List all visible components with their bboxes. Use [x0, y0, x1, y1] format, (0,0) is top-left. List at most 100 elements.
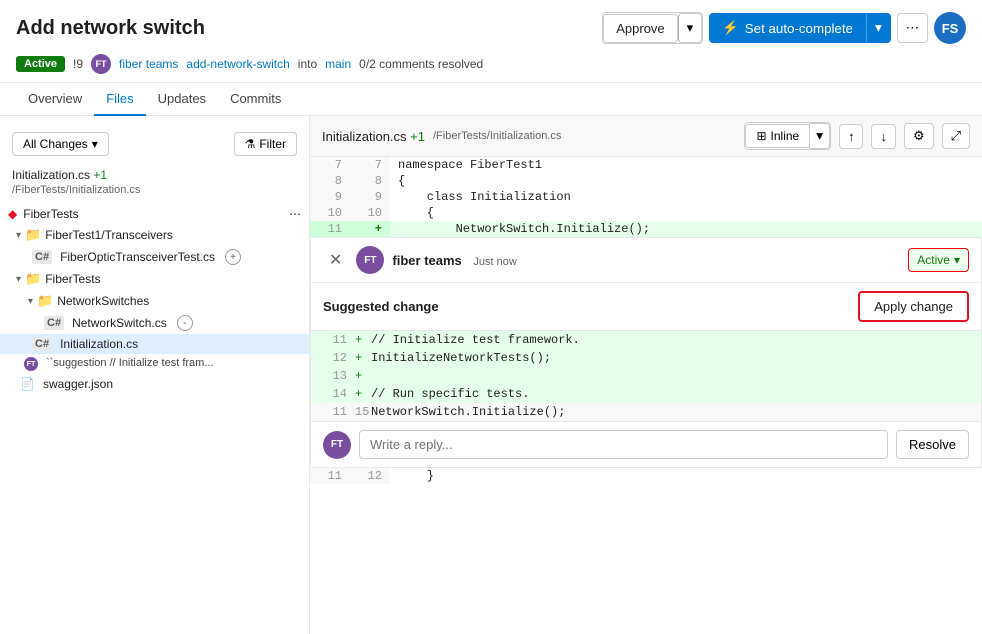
diff-row: 10 10 {	[310, 205, 982, 221]
reply-area: FT Resolve	[311, 421, 981, 467]
chevron-icon: ▾	[28, 296, 33, 307]
autocomplete-dropdown-button[interactable]: ▾	[866, 13, 891, 43]
chevron-down-icon: ▾	[92, 137, 98, 151]
line-num-old: 10	[310, 205, 350, 221]
diamond-icon: ◆	[8, 207, 17, 221]
tab-overview[interactable]: Overview	[16, 83, 94, 116]
file-label: Initialization.cs	[60, 337, 138, 351]
cs-icon: C#	[44, 316, 64, 330]
pr-number: !9	[73, 57, 83, 71]
sug-line-content: // Initialize test framework.	[371, 333, 580, 347]
diff-row: 9 9 class Initialization	[310, 189, 982, 205]
file-label: FiberOpticTransceiverTest.cs	[60, 250, 215, 264]
branch-from[interactable]: add-network-switch	[186, 57, 289, 71]
content-area: Initialization.cs +1 /FiberTests/Initial…	[310, 116, 982, 634]
author-name[interactable]: fiber teams	[119, 57, 178, 71]
file-breadcrumb: /FiberTests/Initialization.cs	[12, 184, 140, 196]
chevron-down-icon: ▾	[687, 20, 694, 36]
sidebar: All Changes ▾ ⚗ Filter Initialization.cs…	[0, 116, 310, 634]
view-dropdown-button[interactable]: ▾	[810, 123, 830, 149]
line-num-old: 9	[310, 189, 350, 205]
sidebar-item-initialization[interactable]: C# Initialization.cs	[0, 334, 309, 354]
scroll-down-button[interactable]: ↓	[871, 124, 896, 149]
folder-icon: 📁	[25, 227, 41, 243]
comment-username: fiber teams	[392, 253, 461, 268]
tab-files[interactable]: Files	[94, 83, 145, 116]
inline-view-button[interactable]: ⊞ Inline	[745, 124, 810, 148]
suggestion-diff: 11 + // Initialize test framework. 12 + …	[311, 330, 981, 421]
sug-line-content: // Run specific tests.	[371, 387, 529, 401]
diff-table: 7 7 namespace FiberTest1 8 8 { 9 9 class…	[310, 157, 982, 237]
apply-change-button[interactable]: Apply change	[858, 291, 969, 322]
approve-button[interactable]: Approve	[603, 14, 677, 43]
status-label: Active	[917, 253, 950, 267]
cs-icon: C#	[32, 337, 52, 351]
sug-line-num-old: 11	[323, 405, 347, 419]
line-num-new: 8	[350, 173, 390, 189]
pr-meta: Active !9 FT fiber teams add-network-swi…	[16, 54, 966, 74]
sug-line: 14 + // Run specific tests.	[311, 385, 981, 403]
sug-line: 11 + // Initialize test framework.	[311, 331, 981, 349]
settings-button[interactable]: ⚙	[904, 123, 934, 149]
close-button[interactable]: ✕	[323, 248, 348, 272]
line-num-old: 11	[310, 468, 350, 484]
sug-line-num: 11	[323, 333, 347, 347]
comments-resolved: 0/2 comments resolved	[359, 57, 483, 71]
active-status-dropdown[interactable]: Active ▾	[908, 248, 969, 272]
set-autocomplete-button[interactable]: ⚡ Set auto-complete	[709, 13, 866, 43]
chevron-down-icon: ▾	[954, 253, 960, 267]
approve-dropdown-button[interactable]: ▾	[678, 13, 703, 43]
all-changes-button[interactable]: All Changes ▾	[12, 132, 109, 156]
filter-button[interactable]: ⚗ Filter	[234, 132, 297, 156]
tab-updates[interactable]: Updates	[146, 83, 218, 116]
folder-icon: 📁	[37, 293, 53, 309]
more-options-button[interactable]: ⋯	[897, 13, 928, 43]
diff-row: 8 8 {	[310, 173, 982, 189]
line-num-old: 7	[310, 157, 350, 173]
sidebar-item-networkswitches[interactable]: ▾ 📁 NetworkSwitches	[0, 290, 309, 312]
comment-avatar: FT	[356, 246, 384, 274]
bottom-diff: 11 12 }	[310, 468, 982, 484]
plus-icon: +	[355, 369, 371, 383]
reply-avatar: FT	[323, 431, 351, 459]
line-num-spacer: 15	[355, 405, 371, 419]
tree-root[interactable]: ◆ FiberTests ⋯	[0, 204, 309, 224]
chevron-icon: ▾	[16, 274, 21, 285]
line-content: {	[390, 205, 982, 221]
line-num-new: 10	[350, 205, 390, 221]
line-num-old: 11	[310, 221, 350, 237]
sug-line: 11 15 NetworkSwitch.Initialize();	[311, 403, 981, 421]
file-toolbar: Initialization.cs +1 /FiberTests/Initial…	[310, 116, 982, 157]
sidebar-item-fibertests[interactable]: ▾ 📁 FiberTests	[0, 268, 309, 290]
sidebar-item-suggestion[interactable]: FT ``suggestion // Initialize test fram.…	[0, 354, 309, 374]
scroll-up-button[interactable]: ↑	[839, 124, 864, 149]
sidebar-item-fibertest1[interactable]: ▾ 📁 FiberTest1/Transceivers	[0, 224, 309, 246]
file-info: Initialization.cs +1 /FiberTests/Initial…	[322, 129, 561, 144]
json-icon: 📄	[20, 377, 35, 391]
sidebar-item-swagger[interactable]: 📄 swagger.json	[0, 374, 309, 394]
line-content: namespace FiberTest1	[390, 157, 982, 173]
folder-label: FiberTests	[45, 272, 100, 286]
sug-line-num: 14	[323, 387, 347, 401]
avatar: FS	[934, 12, 966, 44]
sidebar-item-networkswitch[interactable]: C# NetworkSwitch.cs -	[0, 312, 309, 334]
sug-line: 12 + InitializeNetworkTests();	[311, 349, 981, 367]
sidebar-toolbar: All Changes ▾ ⚗ Filter	[0, 124, 309, 164]
suggested-change-header: Suggested change Apply change	[311, 283, 981, 330]
sug-line-content: InitializeNetworkTests();	[371, 351, 551, 365]
file-tree: ◆ FiberTests ⋯ ▾ 📁 FiberTest1/Transceive…	[0, 204, 309, 394]
folder-label: NetworkSwitches	[57, 294, 149, 308]
tab-commits[interactable]: Commits	[218, 83, 293, 116]
reply-input[interactable]	[359, 430, 888, 459]
folder-label: FiberTest1/Transceivers	[45, 228, 173, 242]
branch-target[interactable]: main	[325, 57, 351, 71]
view-controls: ⊞ Inline ▾ ↑ ↓ ⚙ ⤢	[744, 122, 970, 150]
expand-button[interactable]: ⤢	[942, 123, 970, 149]
resolve-button[interactable]: Resolve	[896, 430, 969, 459]
sidebar-item-fiberoptic[interactable]: C# FiberOpticTransceiverTest.cs +	[0, 246, 309, 268]
line-num-new: +	[350, 221, 390, 237]
status-badge: Active	[16, 56, 65, 72]
comment-header: ✕ FT fiber teams Just now Active ▾	[311, 238, 981, 283]
file-breadcrumb: /FiberTests/Initialization.cs	[433, 130, 561, 142]
more-icon[interactable]: ⋯	[289, 207, 301, 221]
